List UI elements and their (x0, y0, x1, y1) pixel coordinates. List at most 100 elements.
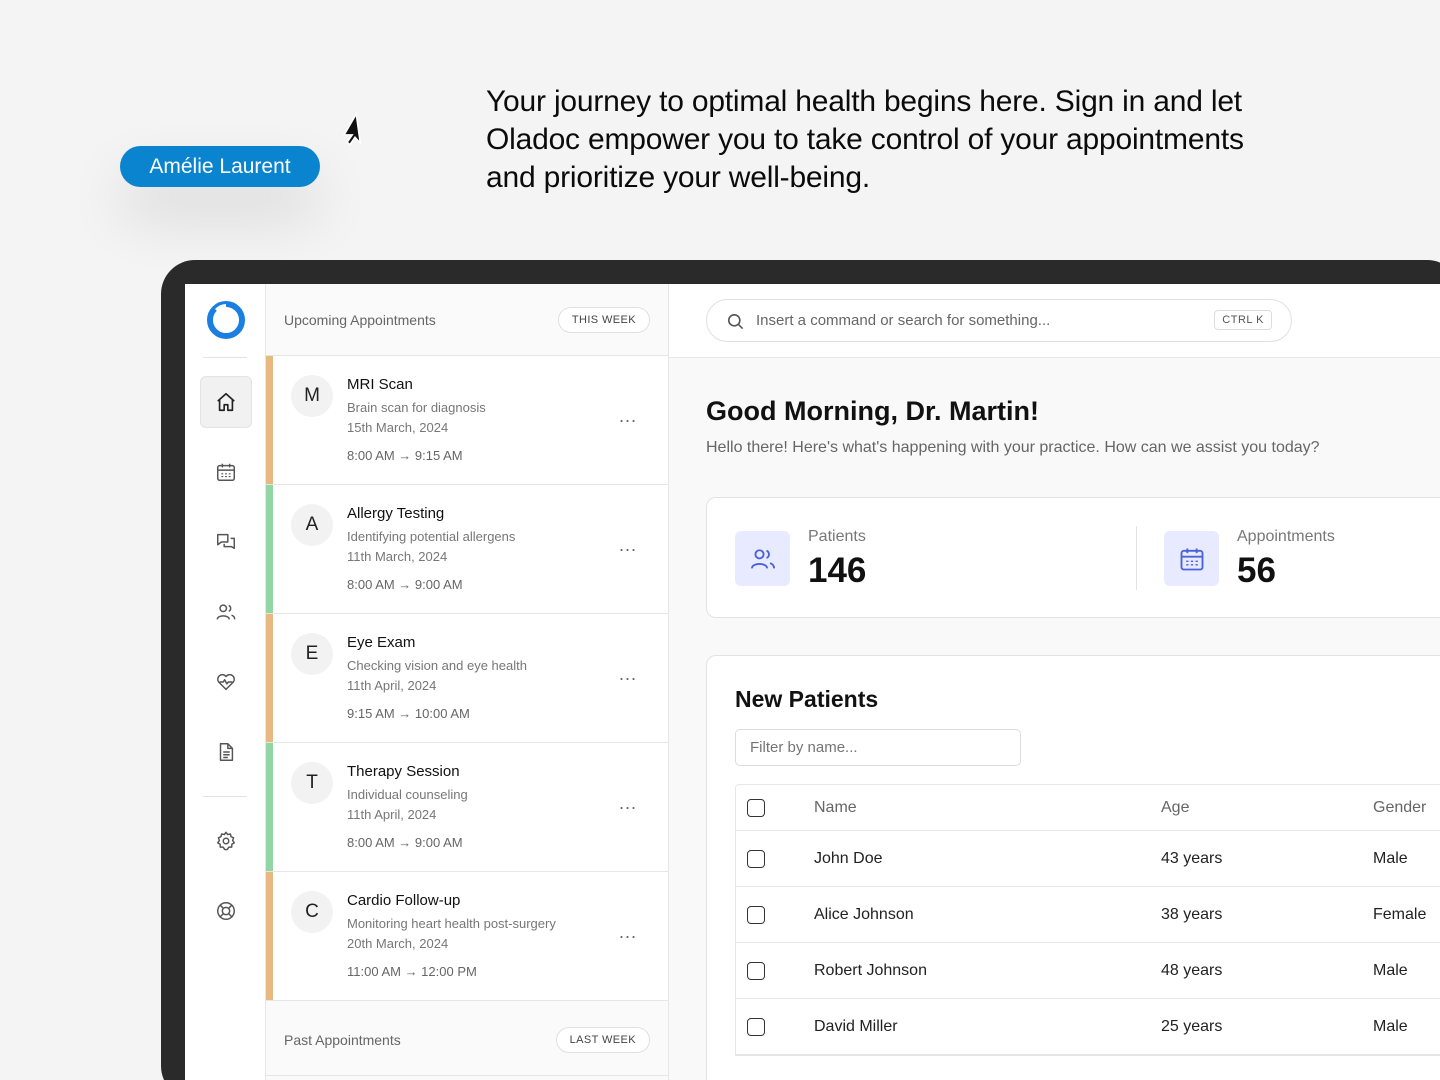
nav-messages[interactable] (200, 516, 252, 568)
appointment-card[interactable]: C Cardio Follow-up Monitoring heart health… (266, 872, 668, 1001)
appointment-status-bar (266, 356, 273, 484)
appointment-description: Monitoring heart health post-surgery (347, 916, 556, 931)
appointment-date: 15th March, 2024 (347, 420, 449, 435)
nav-health[interactable] (200, 656, 252, 708)
appointments-stat-label: Appointments (1237, 528, 1335, 545)
patient-age: 38 years (1161, 905, 1223, 923)
appointment-card[interactable]: T Therapy Session Individual counseling 11t… (266, 743, 668, 872)
appointment-date: 11th March, 2024 (347, 549, 448, 564)
patient-gender: Male (1373, 961, 1408, 979)
user-name-badge: Amélie Laurent (120, 146, 320, 187)
appointment-name: Allergy Testing (347, 505, 445, 522)
appointment-name: Eye Exam (347, 634, 416, 651)
heart-pulse-icon (217, 673, 235, 691)
table-row[interactable]: Robert Johnson 48 years Male (736, 943, 1440, 999)
row-checkbox[interactable] (747, 849, 765, 868)
more-options-icon[interactable]: ... (619, 793, 637, 814)
last-week-filter-button[interactable]: LAST WEEK (555, 1026, 650, 1053)
nav-support[interactable] (200, 885, 252, 937)
appointment-time: 8:00 AM → 9:00 AM (347, 577, 463, 592)
patients-table: Name Age Gender John Doe 43 years Male Alic… (735, 784, 1440, 1056)
document-icon (219, 743, 234, 761)
column-header-age[interactable]: Age (1161, 799, 1189, 817)
more-options-icon[interactable]: ... (619, 535, 637, 556)
table-header-row: Name Age Gender (736, 785, 1440, 831)
mouse-cursor-icon (342, 112, 362, 146)
appointments-stat-value: 56 (1237, 551, 1276, 590)
patient-name: Alice Johnson (814, 905, 914, 923)
appointment-avatar: M (291, 375, 333, 417)
nav-patients[interactable] (200, 586, 252, 638)
appointment-description: Identifying potential allergens (347, 529, 516, 544)
appointment-card[interactable]: M MRI Scan Brain scan for diagnosis 15th Ma… (266, 356, 668, 485)
more-options-icon[interactable]: ... (619, 922, 637, 943)
row-checkbox[interactable] (747, 1017, 765, 1036)
nav-settings[interactable] (200, 815, 252, 867)
row-checkbox[interactable] (747, 961, 765, 980)
appointment-time: 8:00 AM → 9:00 AM (347, 835, 463, 850)
search-shortcut-hint: CTRL K (1214, 310, 1272, 330)
column-header-name[interactable]: Name (814, 799, 857, 817)
appointment-description: Brain scan for diagnosis (347, 400, 486, 415)
command-search-input[interactable]: Insert a command or search for something… (706, 299, 1292, 342)
appointment-avatar: E (291, 633, 333, 675)
patient-name: David Miller (814, 1017, 898, 1035)
table-body: John Doe 43 years Male Alice Johnson 38 year… (736, 831, 1440, 1055)
row-checkbox[interactable] (747, 905, 765, 924)
page-title: Good Morning, Dr. Martin! (706, 396, 1039, 426)
table-row[interactable]: David Miller 25 years Male (736, 999, 1440, 1055)
table-row[interactable]: Alice Johnson 38 years Female (736, 887, 1440, 943)
select-all-checkbox[interactable] (747, 798, 765, 817)
filter-by-name-input[interactable] (735, 729, 1021, 766)
users-icon (750, 548, 775, 569)
appointment-name: Cardio Follow-up (347, 892, 461, 909)
home-icon (217, 392, 235, 412)
this-week-filter-button[interactable]: THIS WEEK (557, 306, 650, 333)
more-options-icon[interactable]: ... (619, 406, 637, 427)
appointment-time: 8:00 AM → 9:15 AM (347, 448, 463, 463)
nav-documents[interactable] (200, 726, 252, 778)
stats-divider (1136, 526, 1137, 590)
appointment-description: Checking vision and eye health (347, 658, 527, 673)
upcoming-header: Upcoming Appointments THIS WEEK (266, 284, 668, 356)
nav-home[interactable] (200, 376, 252, 428)
stats-card: Patients 146 Appointments 56 (706, 497, 1440, 618)
patient-name: Robert Johnson (814, 961, 927, 979)
rail-divider (203, 796, 247, 797)
appointment-time: 11:00 AM → 12:00 PM (347, 964, 477, 979)
new-patients-card: New Patients Name Age Gender John Doe 43 … (706, 655, 1440, 1080)
icon-sidebar (185, 284, 266, 1080)
patient-age: 25 years (1161, 1017, 1223, 1035)
nav-calendar[interactable] (200, 446, 252, 498)
page-subtitle: Hello there! Here's what's happening wit… (706, 439, 1320, 456)
upcoming-list: M MRI Scan Brain scan for diagnosis 15th Ma… (266, 356, 668, 1001)
appointments-stat-icon-box (1164, 531, 1219, 586)
search-icon (727, 313, 744, 330)
appointments-panel: Upcoming Appointments THIS WEEK M MRI Sca… (266, 284, 669, 1080)
rail-divider (203, 357, 247, 358)
appointment-name: MRI Scan (347, 376, 413, 393)
appointment-card[interactable]: E Eye Exam Checking vision and eye health 1… (266, 614, 668, 743)
patient-gender: Female (1373, 905, 1427, 923)
hero-tagline: Your journey to optimal health begins he… (486, 85, 1244, 194)
app-logo-icon[interactable] (207, 301, 245, 339)
table-row[interactable]: John Doe 43 years Male (736, 831, 1440, 887)
calendar-icon (1180, 548, 1203, 570)
appointment-card[interactable]: A Allergy Testing Identifying potential al… (266, 485, 668, 614)
more-options-icon[interactable]: ... (619, 664, 637, 685)
search-placeholder: Insert a command or search for something… (756, 312, 1051, 329)
column-header-gender[interactable]: Gender (1373, 799, 1426, 817)
appointment-avatar: C (291, 891, 333, 933)
appointment-description: Individual counseling (347, 787, 468, 802)
patient-name: John Doe (814, 849, 883, 867)
appointment-status-bar (266, 614, 273, 742)
gear-icon (217, 831, 235, 851)
main-content: Insert a command or search for something… (669, 284, 1440, 1080)
appointment-date: 20th March, 2024 (347, 936, 449, 951)
patients-stat-value: 146 (808, 551, 867, 590)
patients-stat-label: Patients (808, 528, 866, 545)
upcoming-title: Upcoming Appointments (284, 311, 436, 328)
lifebuoy-icon (217, 902, 235, 920)
patients-stat-icon-box (735, 531, 790, 586)
patient-age: 43 years (1161, 849, 1223, 867)
